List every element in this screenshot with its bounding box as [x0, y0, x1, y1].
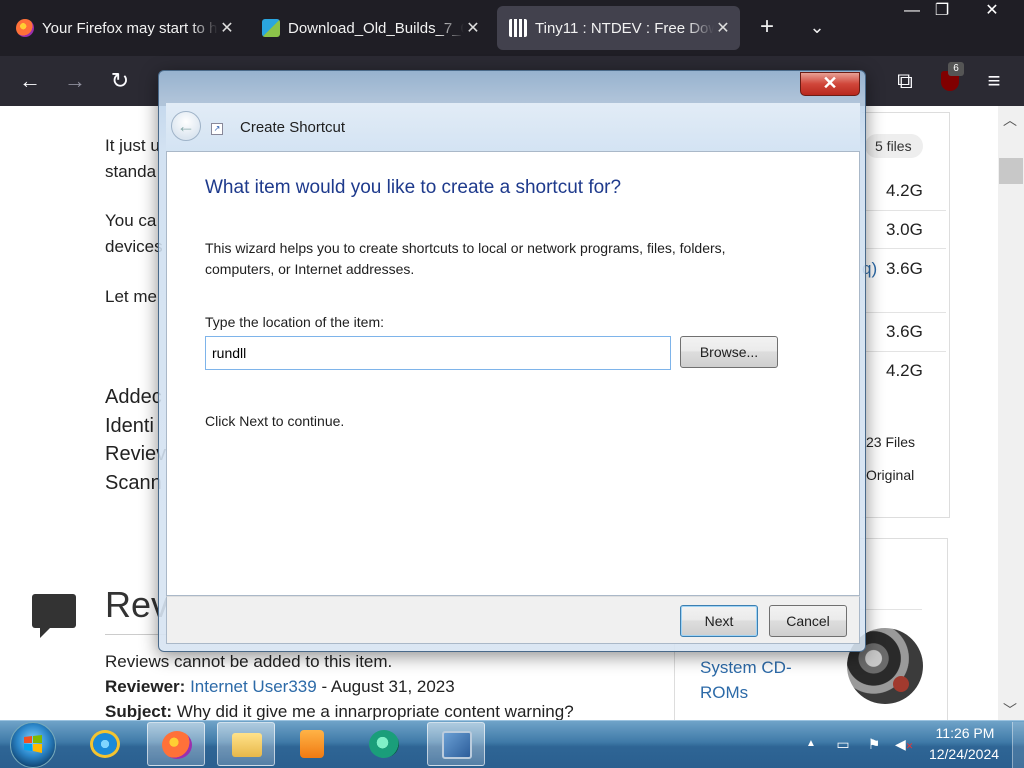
browse-button[interactable]: Browse...: [680, 336, 778, 368]
close-icon[interactable]: ✕: [464, 18, 482, 38]
dialog-content: [166, 151, 860, 596]
maximize-button[interactable]: ❐: [922, 0, 962, 24]
taskbar-media-player[interactable]: [283, 722, 341, 766]
internet-explorer-icon: [90, 730, 120, 758]
original-link[interactable]: Original: [866, 467, 914, 483]
file-size: 4.2G: [886, 361, 923, 380]
page-list-item: Reviev: [105, 443, 167, 465]
shortcut-icon: ↗: [211, 123, 223, 135]
divider: [866, 351, 946, 352]
firefox-icon: [162, 731, 192, 759]
menu-button[interactable]: ≡: [979, 66, 1009, 96]
page-text-line: standa: [105, 162, 157, 181]
file-size: 3.6G: [886, 322, 923, 341]
page-scrollbar[interactable]: [998, 106, 1024, 720]
dialog-question: What item would you like to create a sho…: [205, 177, 622, 198]
file-size: 3.0G: [886, 220, 923, 239]
divider: [866, 312, 946, 313]
reload-button[interactable]: ↻: [105, 66, 135, 96]
subject-line: Subject: Why did it give me a innarpropr…: [105, 702, 574, 720]
scrollbar-thumb[interactable]: [999, 158, 1023, 184]
tab-title: Tiny11 : NTDEV : Free Dow: [535, 19, 714, 37]
page-text-line: devices: [105, 237, 163, 256]
action-center-flag-icon[interactable]: ⚑: [866, 736, 882, 752]
taskbar-virtualbox[interactable]: [427, 722, 485, 766]
location-label: Type the location of the item:: [205, 314, 384, 330]
site-icon: [262, 19, 280, 37]
tab-tiny11[interactable]: Tiny11 : NTDEV : Free Dow ✕: [497, 6, 740, 50]
window-close-button[interactable]: ✕: [970, 0, 1014, 24]
taskbar-file-explorer[interactable]: [217, 722, 275, 766]
firefox-icon: [16, 19, 34, 37]
tab-firefox-notice[interactable]: Your Firefox may start to h ✕: [4, 6, 244, 50]
page-list-item: Scann: [105, 472, 162, 494]
cancel-button[interactable]: Cancel: [769, 605, 847, 637]
browser-tab-bar: Your Firefox may start to h ✕ Download_O…: [0, 0, 1024, 56]
close-icon[interactable]: ✕: [218, 18, 236, 38]
next-button[interactable]: Next: [680, 605, 758, 637]
clock-time[interactable]: 11:26 PM: [930, 725, 1000, 741]
forward-button[interactable]: →: [60, 66, 90, 96]
windows-logo-icon: [24, 735, 42, 753]
volume-muted-icon[interactable]: ◀✕: [895, 736, 913, 752]
page-list-item: Identi: [105, 415, 154, 437]
tray-overflow-icon[interactable]: ▲: [803, 736, 819, 752]
app-icon: [369, 730, 399, 758]
taskbar-firefox[interactable]: [147, 722, 205, 766]
divider: [866, 210, 946, 211]
taskbar-internet-explorer[interactable]: [76, 722, 134, 766]
location-input[interactable]: [205, 336, 671, 370]
extensions-button[interactable]: ⧉: [890, 66, 920, 96]
file-size: 3.6G: [886, 259, 923, 278]
close-icon[interactable]: ✕: [714, 18, 732, 38]
clock-date[interactable]: 12/24/2024: [924, 746, 1004, 762]
tab-download-old-builds[interactable]: Download_Old_Builds_7_0 ✕: [250, 6, 490, 50]
gear-accent: [893, 676, 909, 692]
page-text-line: Let me: [105, 287, 157, 306]
files-count[interactable]: 23 Files: [866, 434, 915, 450]
back-button[interactable]: ←: [15, 66, 45, 96]
tab-title: Download_Old_Builds_7_0: [288, 19, 464, 37]
divider: [866, 248, 946, 249]
reviewer-link[interactable]: Internet User339: [190, 677, 317, 696]
archive-icon: [509, 19, 527, 37]
tab-title: Your Firefox may start to h: [42, 19, 218, 37]
reviewer-label: Reviewer:: [105, 677, 186, 696]
dialog-title: Create Shortcut: [240, 119, 346, 136]
comment-icon: [32, 594, 76, 638]
ublock-badge: 6: [948, 62, 964, 76]
reviewer-line: Reviewer: Internet User339 - August 31, …: [105, 677, 455, 697]
new-tab-button[interactable]: +: [755, 14, 779, 40]
media-player-icon: [300, 730, 324, 758]
reviewer-date: - August 31, 2023: [321, 677, 455, 696]
dialog-close-button[interactable]: ✕: [800, 72, 860, 96]
back-arrow-icon[interactable]: ←: [171, 111, 201, 141]
reviews-note: Reviews cannot be added to this item.: [105, 652, 393, 671]
file-size: 4.2G: [886, 181, 923, 200]
tab-list-button[interactable]: ⌄: [805, 14, 829, 40]
files-side-panel: [862, 112, 950, 518]
taskbar-app[interactable]: [355, 722, 413, 766]
page-list-item: Addec: [105, 386, 162, 408]
dialog-hint: Click Next to continue.: [205, 413, 345, 429]
subject-text: Why did it give me a innarpropriate cont…: [176, 702, 574, 720]
collection-link[interactable]: System CD-ROMs: [700, 655, 820, 705]
create-shortcut-dialog: ✕ ← ↗ Create Shortcut What item would yo…: [158, 70, 866, 652]
virtualbox-icon: [442, 731, 472, 759]
page-text-line: It just u: [105, 136, 160, 155]
folder-icon: [232, 733, 262, 757]
scroll-down-arrow-icon[interactable]: ﹀: [1003, 700, 1017, 720]
files-pill[interactable]: 5 files: [865, 134, 923, 158]
scroll-up-arrow-icon[interactable]: ︿: [1003, 110, 1017, 130]
network-icon[interactable]: ▭: [835, 736, 851, 752]
subject-label: Subject:: [105, 702, 173, 720]
page-text-line: You ca: [105, 211, 157, 230]
show-desktop-button[interactable]: [1012, 722, 1024, 768]
dialog-description: This wizard helps you to create shortcut…: [205, 240, 726, 277]
